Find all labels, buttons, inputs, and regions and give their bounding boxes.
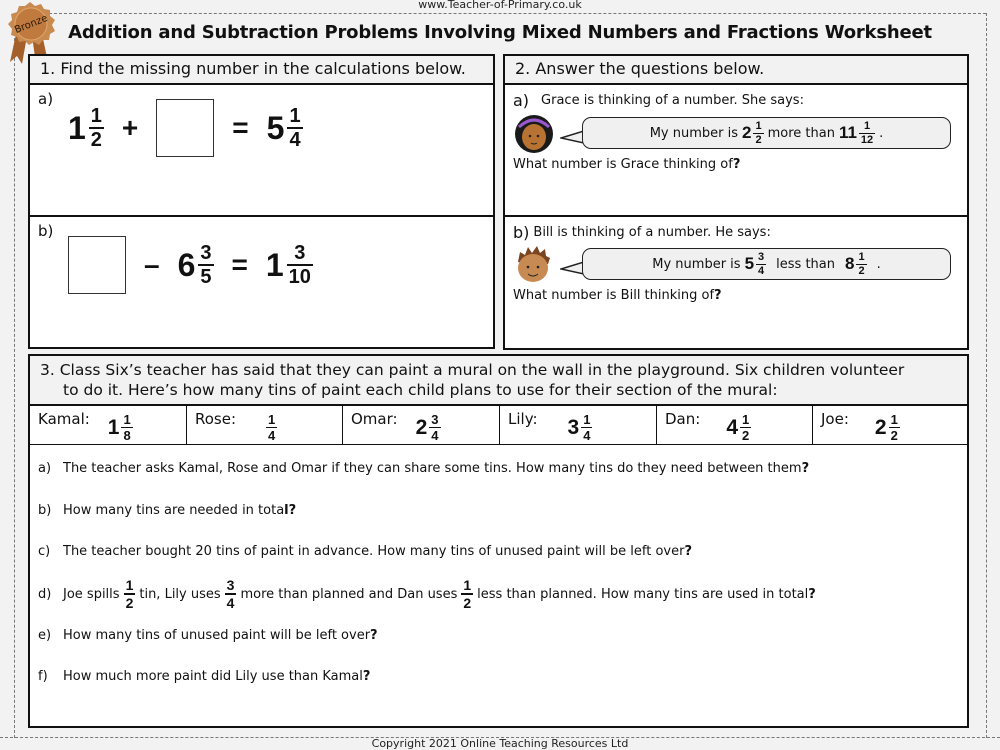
section3-body: Kamal: 118 Rose: 14 Omar: 234 Lily: 314 …: [28, 404, 969, 728]
bill-avatar-icon: [518, 246, 550, 282]
equation-a: 1 12 + = 5 14: [68, 99, 303, 157]
worksheet-title: Addition and Subtraction Problems Involv…: [68, 22, 932, 43]
section1-heading: 1. Find the missing number in the calcul…: [28, 54, 495, 85]
fraction: 12: [123, 577, 136, 611]
section1-part-a: a) 1 12 + = 5 14: [28, 83, 495, 217]
section2-heading-text: 2. Answer the questions below.: [515, 59, 765, 78]
grace-speech-bubble: My number is 212 more than 11 1 12 .: [582, 117, 951, 149]
bill-intro: b) Bill is thinking of a number. He says…: [513, 223, 771, 242]
child-cell-lily: Lily: 314: [500, 406, 657, 444]
question-f: f) How much more paint did Lily use than…: [38, 669, 371, 684]
section1-heading-text: 1. Find the missing number in the calcul…: [40, 59, 466, 78]
minus-operator: –: [144, 249, 160, 280]
plus-operator: +: [121, 112, 139, 143]
grace-question: What number is Grace thinking of?: [513, 157, 741, 172]
page-border-left: [14, 13, 15, 738]
fraction: 34: [224, 577, 237, 611]
mixed-number: 1 3 10: [265, 242, 313, 288]
question-d: d) Joe spills 12 tin, Lily uses 34 more …: [38, 577, 816, 611]
missing-number-box[interactable]: [68, 236, 126, 294]
bill-intro-text: Bill is thinking of a number. He says:: [533, 225, 771, 240]
mixed-number: 534: [744, 250, 767, 277]
site-url: www.Teacher-of-Primary.co.uk: [418, 0, 582, 11]
question-b: b) How many tins are needed in tota l?: [38, 503, 297, 518]
part-a-label: a): [38, 90, 54, 108]
mixed-number: 6 35: [177, 242, 214, 288]
child-cell-omar: Omar: 234: [343, 406, 500, 444]
copyright: Copyright 2021 Online Teaching Resources…: [371, 737, 629, 750]
mixed-number: 5 14: [266, 105, 303, 151]
question-e: e) How many tins of unused paint will be…: [38, 628, 378, 643]
fraction: 35: [198, 242, 214, 288]
question-a: a) The teacher asks Kamal, Rose and Omar…: [38, 461, 810, 476]
equals-sign: =: [231, 249, 248, 280]
part-b-label: b): [513, 223, 530, 242]
fraction: 12: [88, 105, 104, 151]
grace-intro: a) Grace is thinking of a number. She sa…: [513, 91, 804, 110]
section2-part-b: b) Bill is thinking of a number. He says…: [503, 215, 969, 350]
page-border-top: [14, 13, 986, 14]
section3-heading: 3. Class Six’s teacher has said that the…: [28, 354, 969, 406]
part-a-label: a): [513, 91, 530, 110]
section1-part-b: b) – 6 35 = 1 3 10: [28, 215, 495, 349]
fraction: 3 10: [286, 242, 313, 288]
section2-part-a: a) Grace is thinking of a number. She sa…: [503, 83, 969, 217]
question-c: c) The teacher bought 20 tins of paint i…: [38, 544, 692, 559]
section2-heading: 2. Answer the questions below.: [503, 54, 969, 85]
equals-sign: =: [232, 112, 249, 143]
section3-heading-line2: to do it. Here’s how many tins of paint …: [63, 381, 778, 399]
child-cell-kamal: Kamal: 118: [30, 406, 187, 444]
section3-heading-line1: 3. Class Six’s teacher has said that the…: [40, 361, 905, 379]
fraction: 14: [287, 105, 303, 151]
child-cell-rose: Rose: 14: [187, 406, 343, 444]
grace-intro-text: Grace is thinking of a number. She says:: [541, 93, 804, 108]
speech-tail-icon: [560, 130, 584, 144]
mixed-number: 1 12: [68, 105, 104, 151]
equation-b: – 6 35 = 1 3 10: [68, 236, 313, 294]
speech-tail-icon: [560, 261, 584, 275]
child-cell-joe: Joe: 212: [821, 410, 900, 443]
missing-number-box[interactable]: [156, 99, 215, 157]
mixed-number: 212: [741, 119, 764, 146]
fraction: 12: [461, 577, 474, 611]
mixed-number: 812: [845, 250, 867, 277]
children-row: Kamal: 118 Rose: 14 Omar: 234 Lily: 314 …: [30, 406, 967, 445]
page-border-right: [986, 13, 987, 738]
part-b-label: b): [38, 222, 54, 240]
mixed-number: 11 1 12: [838, 119, 876, 146]
bill-speech-bubble: My number is 534 less than 812 .: [582, 248, 951, 280]
grace-avatar-icon: [515, 115, 553, 153]
bill-question: What number is Bill thinking of?: [513, 288, 722, 303]
child-cell-dan: Dan: 412: [657, 406, 813, 444]
